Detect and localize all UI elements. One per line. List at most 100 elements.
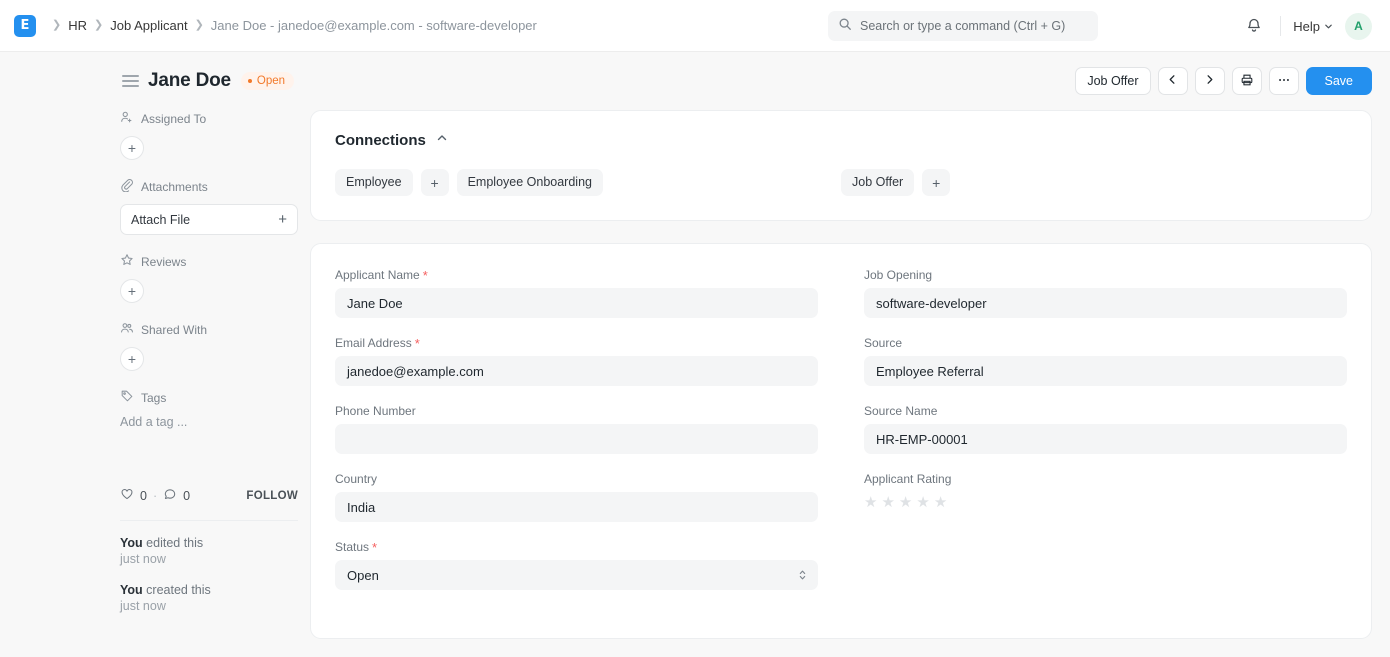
field-status: Status * Open — [335, 540, 818, 590]
rating-star-1[interactable]: ★ — [864, 495, 877, 510]
rating-star-3[interactable]: ★ — [899, 495, 912, 510]
navbar-left: E ❯ HR ❯ Job Applicant ❯ Jane Doe - jane… — [14, 15, 537, 37]
field-label: Applicant Name * — [335, 268, 818, 282]
add-employee-button[interactable]: + — [421, 169, 449, 196]
rating-star-5[interactable]: ★ — [934, 495, 947, 510]
connection-link-employee[interactable]: Employee — [335, 169, 413, 196]
connection-link-employee-onboarding[interactable]: Employee Onboarding — [457, 169, 603, 196]
source-input[interactable]: Employee Referral — [864, 356, 1347, 386]
breadcrumb-item-hr[interactable]: HR — [68, 18, 87, 33]
add-assignment-button[interactable]: + — [120, 136, 144, 160]
connections-column-right: Job Offer + — [841, 169, 1347, 196]
paperclip-icon — [120, 178, 134, 195]
sidebar-toggle-icon[interactable] — [122, 75, 139, 87]
printer-icon — [1240, 73, 1254, 90]
users-icon — [120, 321, 134, 338]
field-applicant-name: Applicant Name * Jane Doe — [335, 268, 818, 318]
status-badge: Open — [241, 72, 294, 90]
label-text: Phone Number — [335, 404, 416, 418]
activity-time: just now — [120, 552, 166, 566]
document-sidebar: Assigned To + Attachments Attach File + — [120, 110, 310, 657]
email-address-input[interactable]: janedoe@example.com — [335, 356, 818, 386]
activity-action: created this — [143, 583, 211, 597]
form-column-left: Applicant Name * Jane Doe Email Address … — [335, 268, 818, 608]
chevron-up-icon[interactable] — [436, 131, 448, 149]
field-label: Country — [335, 472, 818, 486]
person-add-icon — [120, 110, 134, 127]
phone-number-input[interactable] — [335, 424, 818, 454]
connections-header[interactable]: Connections — [335, 131, 1347, 149]
sidebar-section-reviews: Reviews + — [120, 253, 298, 303]
sidebar-divider — [120, 520, 298, 521]
applicant-rating-stars[interactable]: ★ ★ ★ ★ ★ — [864, 492, 1347, 510]
main-content: Connections Employee + Employee Onboardi… — [310, 110, 1372, 657]
next-document-button[interactable] — [1195, 67, 1225, 95]
label-text: Status — [335, 540, 369, 554]
rating-star-2[interactable]: ★ — [881, 495, 894, 510]
label-text: Job Opening — [864, 268, 932, 282]
assigned-to-label: Assigned To — [141, 112, 206, 126]
attach-file-label: Attach File — [131, 213, 190, 227]
more-options-button[interactable] — [1269, 67, 1299, 95]
search-input[interactable] — [860, 19, 1088, 33]
comment-count: 0 — [183, 489, 190, 503]
sidebar-section-tags: Tags Add a tag ... — [120, 389, 298, 429]
help-menu[interactable]: Help — [1293, 19, 1333, 34]
shared-with-label: Shared With — [141, 323, 207, 337]
search-icon — [838, 17, 852, 36]
attachments-header: Attachments — [120, 178, 298, 195]
field-source: Source Employee Referral — [864, 336, 1347, 386]
like-count: 0 — [140, 489, 147, 503]
connection-link-job-offer[interactable]: Job Offer — [841, 169, 914, 196]
global-search[interactable] — [828, 11, 1098, 41]
applicant-name-input[interactable]: Jane Doe — [335, 288, 818, 318]
activity-action: edited this — [143, 536, 203, 550]
country-input[interactable]: India — [335, 492, 818, 522]
breadcrumb-separator-icon: ❯ — [94, 20, 103, 31]
heart-icon[interactable] — [120, 487, 134, 504]
label-text: Source Name — [864, 404, 937, 418]
previous-document-button[interactable] — [1158, 67, 1188, 95]
follow-button[interactable]: FOLLOW — [246, 490, 298, 502]
add-review-button[interactable]: + — [120, 279, 144, 303]
label-text: Applicant Name — [335, 268, 420, 282]
navbar-divider — [1280, 16, 1281, 36]
field-job-opening: Job Opening software-developer — [864, 268, 1347, 318]
bell-icon — [1246, 17, 1262, 36]
comment-icon[interactable] — [163, 487, 177, 504]
activity-actor: You — [120, 583, 143, 597]
notifications-button[interactable] — [1240, 12, 1268, 40]
chevron-down-icon — [1324, 19, 1333, 34]
source-name-input[interactable]: HR-EMP-00001 — [864, 424, 1347, 454]
stats-separator: · — [153, 489, 157, 503]
field-label: Source — [864, 336, 1347, 350]
connections-title: Connections — [335, 132, 426, 149]
connections-column-left: Employee + Employee Onboarding — [335, 169, 841, 196]
chevron-updown-icon — [798, 568, 807, 582]
rating-star-4[interactable]: ★ — [916, 495, 929, 510]
save-button[interactable]: Save — [1306, 67, 1373, 95]
add-tag-input[interactable]: Add a tag ... — [120, 415, 298, 429]
avatar[interactable]: A — [1345, 13, 1372, 40]
add-share-button[interactable]: + — [120, 347, 144, 371]
tags-label: Tags — [141, 391, 166, 405]
page-title: Jane Doe — [148, 70, 231, 92]
field-label: Email Address * — [335, 336, 818, 350]
attach-file-button[interactable]: Attach File + — [120, 204, 298, 235]
add-job-offer-button[interactable]: + — [922, 169, 950, 196]
breadcrumb-item-current: Jane Doe - janedoe@example.com - softwar… — [211, 18, 537, 33]
job-opening-input[interactable]: software-developer — [864, 288, 1347, 318]
status-select[interactable]: Open — [335, 560, 818, 590]
status-dot-icon — [248, 79, 252, 83]
title-row: Jane Doe Open — [148, 70, 294, 92]
app-logo[interactable]: E — [14, 15, 36, 37]
breadcrumb-item-job-applicant[interactable]: Job Applicant — [110, 18, 187, 33]
sidebar-stats: 0 · 0 FOLLOW — [120, 487, 298, 504]
job-offer-button[interactable]: Job Offer — [1075, 67, 1150, 95]
shared-with-header: Shared With — [120, 321, 298, 338]
navbar-right: Help A — [1240, 0, 1372, 52]
required-indicator: * — [372, 541, 377, 554]
field-label: Source Name — [864, 404, 1347, 418]
field-source-name: Source Name HR-EMP-00001 — [864, 404, 1347, 454]
print-button[interactable] — [1232, 67, 1262, 95]
